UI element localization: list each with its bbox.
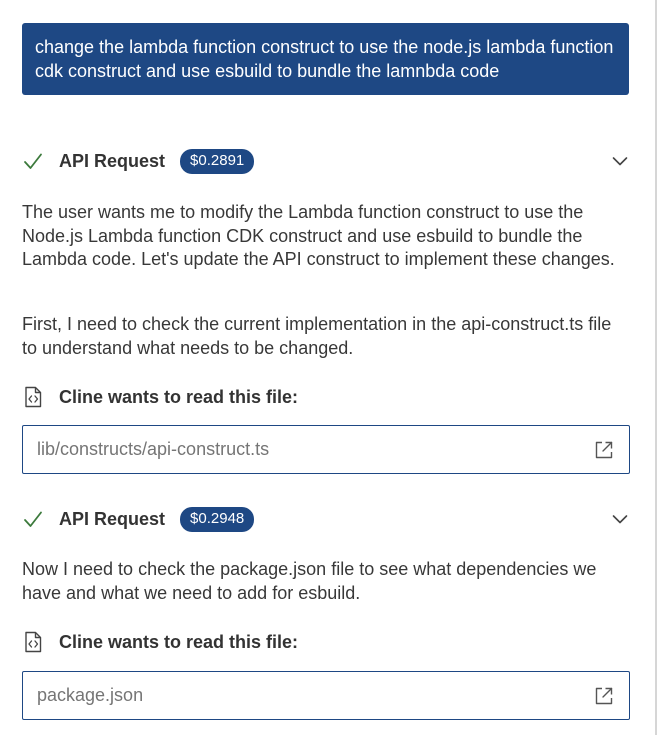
api-request-row[interactable]: API Request $0.2948 [22,505,632,533]
cost-badge: $0.2948 [180,506,255,532]
chat-panel: change the lambda function construct to … [0,0,657,735]
api-request-label: API Request [59,508,166,529]
assistant-text: The user wants me to modify the Lambda f… [22,202,615,269]
api-request-row[interactable]: API Request $0.2891 [22,147,632,175]
assistant-text: Now I need to check the package.json fil… [22,559,597,603]
file-code-icon [22,631,44,653]
open-external-icon[interactable] [593,439,615,461]
file-path[interactable]: lib/constructs/api-construct.ts [37,439,593,460]
open-external-icon[interactable] [593,685,615,707]
file-path-box[interactable]: lib/constructs/api-construct.ts [22,425,630,474]
read-file-label: Cline wants to read this file: [59,631,299,652]
file-path-box[interactable]: package.json [22,671,630,720]
read-file-header: Cline wants to read this file: [22,384,632,410]
check-icon [22,508,44,530]
check-icon [22,150,44,172]
read-file-label: Cline wants to read this file: [59,386,299,407]
read-file-header: Cline wants to read this file: [22,629,632,655]
user-message: change the lambda function construct to … [22,23,629,95]
chevron-down-icon[interactable] [610,509,630,529]
chevron-down-icon[interactable] [610,151,630,171]
assistant-text: First, I need to check the current imple… [22,314,612,358]
cost-badge: $0.2891 [180,148,255,174]
api-request-label: API Request [59,150,166,171]
file-code-icon [22,386,44,408]
file-path[interactable]: package.json [37,685,593,706]
